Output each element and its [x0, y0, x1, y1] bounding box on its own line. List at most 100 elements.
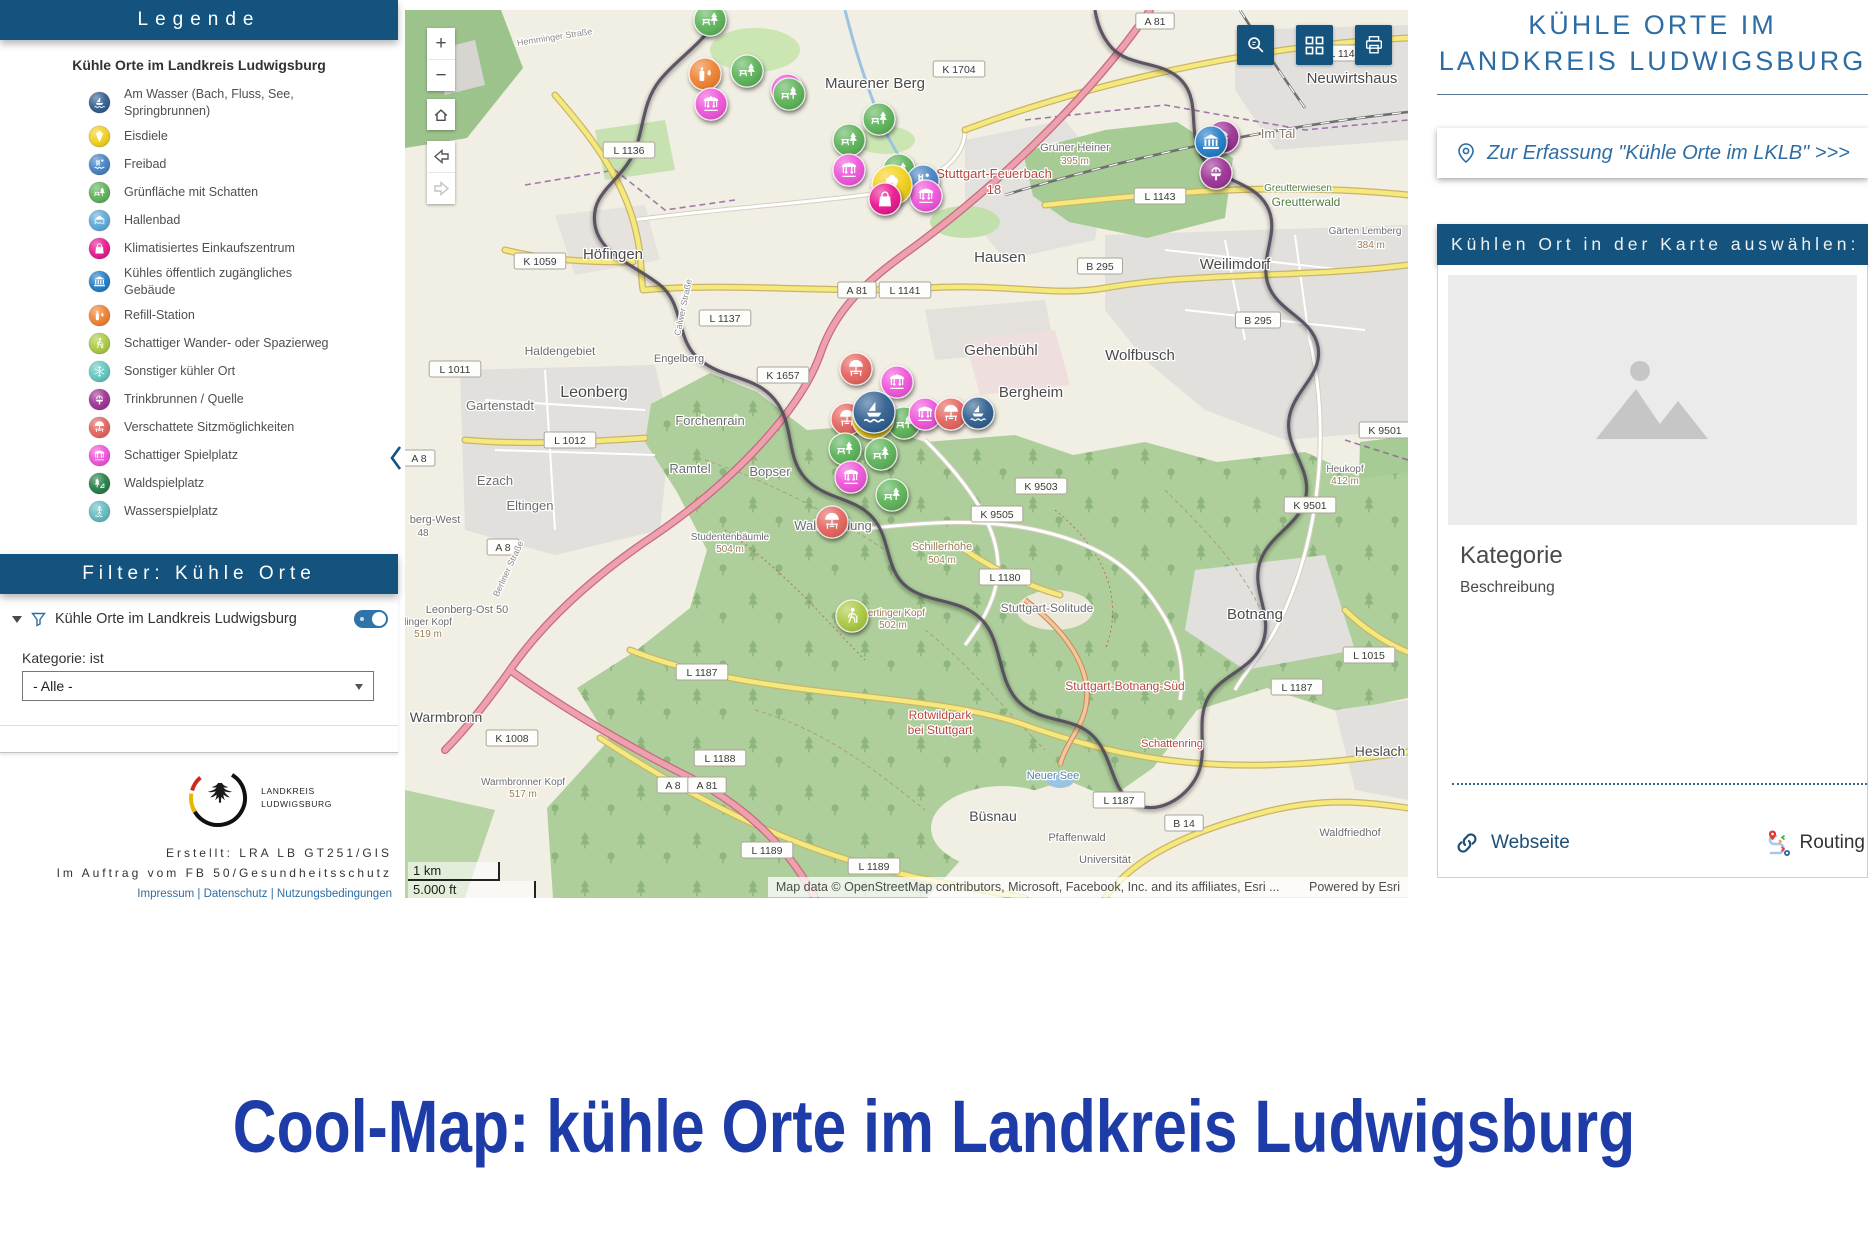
map-marker-spielplatz[interactable] [695, 88, 727, 120]
map-marker-gruenflaeche[interactable] [773, 78, 805, 110]
zoom-in-button[interactable]: + [427, 28, 455, 59]
attribution-text: Map data © OpenStreetMap contributors, M… [776, 880, 1280, 894]
zoom-control: + − [427, 28, 455, 91]
previous-extent-button[interactable] [427, 141, 455, 172]
dotted-divider [1452, 783, 1867, 785]
sidebar-collapse-button[interactable] [387, 440, 405, 476]
map-label: Gartenstadt [466, 398, 534, 413]
map-marker-trinkbrunnen[interactable] [1200, 157, 1232, 189]
divider [1437, 94, 1868, 95]
filter-funnel-icon [31, 612, 46, 627]
map-marker-gebaeude[interactable] [1195, 126, 1227, 158]
footer-link[interactable]: Impressum [137, 888, 194, 900]
erfassung-link-label: Zur Erfassung "Kühle Orte im LKLB" >>> [1487, 142, 1850, 165]
svg-text:K 9505: K 9505 [980, 509, 1013, 521]
routing-link[interactable]: Routing [1764, 829, 1866, 857]
map-label: Ezach [477, 473, 513, 488]
map-marker-am-wasser[interactable] [853, 391, 895, 433]
map-label: Eltingen [507, 498, 554, 513]
svg-text:L 1180: L 1180 [990, 572, 1021, 584]
webseite-link[interactable]: Webseite [1454, 830, 1570, 856]
erfassung-link[interactable]: Zur Erfassung "Kühle Orte im LKLB" >>> [1437, 128, 1868, 178]
waldspielplatz-icon [88, 472, 111, 495]
map-marker-spielplatz[interactable] [881, 366, 913, 398]
legend-item: Wasserspielplatz [88, 500, 392, 523]
zoom-out-button[interactable]: − [427, 60, 455, 91]
map-marker-einkaufszentrum[interactable] [869, 183, 901, 215]
map-marker-sitz[interactable] [840, 353, 872, 385]
map-marker-gruenflaeche[interactable] [863, 103, 895, 135]
map-marker-wanderweg[interactable] [836, 600, 868, 632]
map-label: 384 m [1357, 240, 1385, 251]
footer-link[interactable]: Datenschutz [204, 888, 268, 900]
legend-item-label: Hallenbad [124, 212, 180, 229]
map-canvas[interactable]: A 81L 1141K 1704L 1136L 1143K 1059B 295A… [405, 10, 1408, 898]
map-marker-sitz[interactable] [816, 506, 848, 538]
map-label: Waldfriedhof [1319, 827, 1381, 839]
search-button[interactable] [1237, 25, 1274, 65]
map-label: Höfingen [583, 246, 643, 263]
powered-by-esri[interactable]: Powered by Esri [1309, 880, 1400, 894]
legend-item: Refill-Station [88, 304, 392, 327]
scale-km: 1 km [408, 862, 500, 881]
road-shield: A 81 [688, 777, 726, 793]
place-detail-card: Kategorie Beschreibung Webseite [1437, 265, 1868, 878]
home-button[interactable] [427, 99, 455, 130]
map-label: 395 m [1061, 156, 1089, 167]
map-marker-spielplatz[interactable] [835, 461, 867, 493]
credit-line-2: Im Auftrag vom FB 50/Gesundheitsschutz [0, 866, 392, 880]
map-marker-gruenflaeche[interactable] [876, 479, 908, 511]
road-shield: L 1136 [603, 142, 655, 158]
legend-item-label: Grünfläche mit Schatten [124, 184, 258, 201]
road-shield: L 1015 [1343, 647, 1395, 663]
spielplatz-icon [88, 444, 111, 467]
map-marker-spielplatz[interactable] [910, 180, 942, 212]
filter-panel: Kühle Orte im Landkreis Ludwigsburg Kate… [0, 594, 398, 753]
map-label: Weilimdorf [1200, 256, 1271, 273]
legend-item: Trinkbrunnen / Quelle [88, 388, 392, 411]
webseite-label: Webseite [1491, 832, 1570, 854]
footer-link[interactable]: Nutzungsbedingungen [277, 888, 392, 900]
road-shield: L 1143 [1134, 188, 1186, 204]
map-label: Stuttgart-Feuerbach [936, 166, 1052, 181]
map-label: Leonberg [560, 384, 628, 401]
svg-text:B 14: B 14 [1173, 818, 1195, 830]
gebaeude-icon [88, 270, 111, 293]
filter-toggle[interactable] [354, 610, 388, 628]
routing-icon [1764, 829, 1792, 857]
map-toolbar [1237, 25, 1392, 65]
map-label: Hausen [974, 249, 1026, 266]
map-label: Pfaffenwald [1048, 832, 1105, 844]
map-marker-gruenflaeche[interactable] [694, 10, 726, 36]
legend-item: Sonstiger kühler Ort [88, 360, 392, 383]
filter-header: Filter: Kühle Orte [0, 554, 398, 594]
filter-layer-label: Kühle Orte im Landkreis Ludwigsburg [55, 611, 297, 627]
legend-item: Waldspielplatz [88, 472, 392, 495]
legend-item: Am Wasser (Bach, Fluss, See, Springbrunn… [88, 86, 392, 120]
category-select[interactable]: - Alle - [22, 671, 374, 701]
road-shield: L 1137 [699, 310, 751, 326]
next-extent-button[interactable] [427, 173, 455, 204]
map-marker-gruenflaeche[interactable] [731, 55, 763, 87]
map-marker-gruenflaeche[interactable] [829, 433, 861, 465]
map-marker-gruenflaeche[interactable] [865, 438, 897, 470]
map-marker-spielplatz[interactable] [833, 154, 865, 186]
svg-text:K 9501: K 9501 [1368, 425, 1401, 437]
app-title: KÜHLE ORTE IM LANDKREIS LUDWIGSBURG [1437, 8, 1868, 79]
legend-item-label: Klimatisiertes Einkaufszentrum [124, 240, 295, 257]
map-label: Botnang [1227, 606, 1283, 623]
legend-item: Eisdiele [88, 125, 392, 148]
legend-item-label: Trinkbrunnen / Quelle [124, 391, 244, 408]
road-shield: K 1657 [757, 367, 809, 383]
map-marker-gruenflaeche[interactable] [833, 124, 865, 156]
map-marker-refill[interactable] [689, 58, 721, 90]
print-button[interactable] [1355, 25, 1392, 65]
map-label: 502 m [879, 620, 907, 631]
road-shield: L 1189 [741, 842, 793, 858]
road-shield: L 1189 [848, 858, 900, 874]
svg-text:L 1141: L 1141 [890, 285, 921, 297]
map-marker-am-wasser[interactable] [962, 397, 994, 429]
expand-triangle-icon[interactable] [12, 616, 22, 628]
chevron-left-icon [389, 445, 403, 471]
basemap-gallery-button[interactable] [1296, 25, 1333, 65]
